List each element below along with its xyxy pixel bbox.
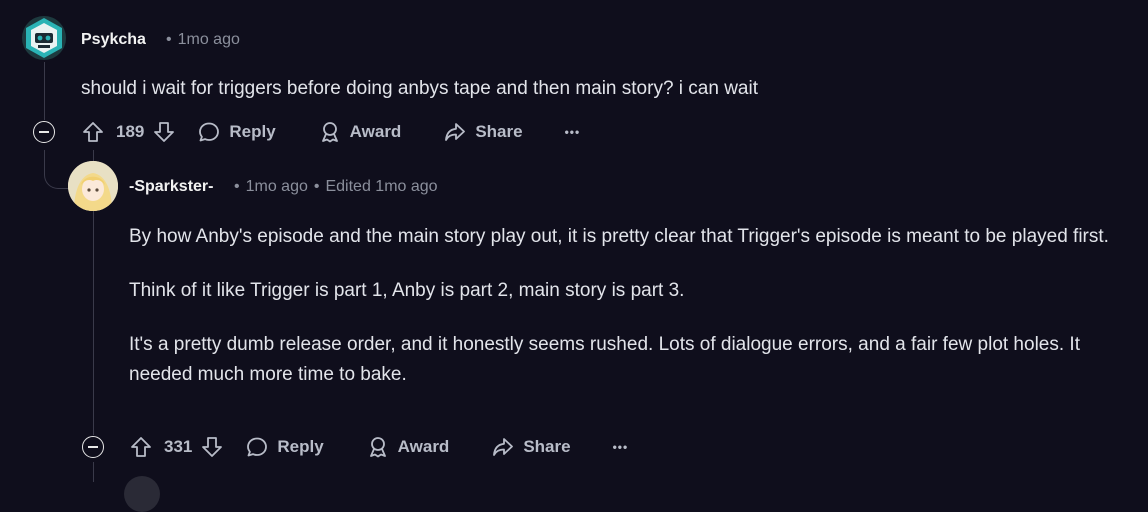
reply-button[interactable]: Reply: [197, 120, 276, 144]
downvote-button[interactable]: [152, 120, 176, 144]
share-label: Share: [475, 122, 523, 141]
comment-text: should i wait for triggers before doing …: [81, 78, 758, 99]
share-button[interactable]: Share: [491, 435, 571, 459]
vote-count: 331: [164, 437, 193, 456]
comment-time[interactable]: 1mo ago: [178, 31, 240, 48]
downvote-arrow-icon: [202, 437, 223, 457]
avatar[interactable]: [68, 161, 118, 211]
comment-paragraph: Think of it like Trigger is part 1, Anby…: [129, 280, 685, 301]
comment-author[interactable]: Psykcha: [81, 31, 146, 49]
meta-dot: •: [313, 178, 320, 195]
thread-line-reply: [93, 462, 94, 482]
meta-dot: •: [234, 178, 240, 195]
avatar[interactable]: [22, 16, 66, 60]
reply-label: Reply: [277, 437, 324, 456]
vote-count: 189: [116, 122, 145, 141]
more-options-button[interactable]: •••: [613, 440, 629, 454]
upvote-button[interactable]: [81, 120, 105, 144]
share-arrow-icon: [445, 123, 466, 141]
award-icon: [321, 122, 338, 143]
minus-icon: [39, 131, 49, 133]
meta-dot: •: [166, 31, 172, 48]
comment-paragraph: By how Anby's episode and the main story…: [129, 226, 1109, 247]
comment-paragraph: It's a pretty dumb release order, and it…: [129, 334, 1080, 385]
reply-label: Reply: [229, 122, 276, 141]
award-button[interactable]: Award: [318, 120, 402, 144]
comment-actions: 331 Reply Award Share •••: [129, 432, 628, 462]
upvote-arrow-icon: [83, 122, 103, 142]
collapse-thread-button[interactable]: [33, 121, 55, 143]
upvote-button[interactable]: [129, 435, 153, 459]
share-button[interactable]: Share: [443, 120, 523, 144]
edited-label: Edited 1mo ago: [325, 178, 438, 195]
comment-author[interactable]: -Sparkster-: [129, 178, 213, 196]
upvote-arrow-icon: [131, 437, 151, 457]
downvote-arrow-icon: [154, 122, 175, 142]
robot-avatar-icon: [26, 18, 62, 58]
award-label: Award: [349, 122, 402, 141]
comment-body: By how Anby's episode and the main story…: [129, 222, 1129, 414]
reply-button[interactable]: Reply: [245, 435, 324, 459]
comment-time[interactable]: 1mo ago: [246, 178, 308, 195]
share-arrow-icon: [493, 438, 514, 456]
award-label: Award: [397, 437, 450, 456]
thread-line-main: [44, 62, 45, 120]
award-icon: [369, 437, 386, 458]
minus-icon: [88, 446, 98, 448]
comment-meta: • 1mo ago: [160, 31, 240, 49]
more-options-button[interactable]: •••: [565, 125, 581, 139]
comment-actions: 189 Reply Award Share •••: [81, 117, 580, 147]
share-label: Share: [523, 437, 571, 456]
downvote-button[interactable]: [200, 435, 224, 459]
award-button[interactable]: Award: [366, 435, 450, 459]
anime-character-avatar-icon: [68, 161, 118, 211]
speech-bubble-icon: [247, 437, 268, 457]
speech-bubble-icon: [199, 122, 220, 142]
comment-body: should i wait for triggers before doing …: [81, 74, 1121, 104]
collapse-thread-button[interactable]: [82, 436, 104, 458]
next-reply-avatar[interactable]: [124, 476, 160, 512]
comment-meta: • 1mo ago • Edited 1mo ago: [228, 178, 438, 196]
